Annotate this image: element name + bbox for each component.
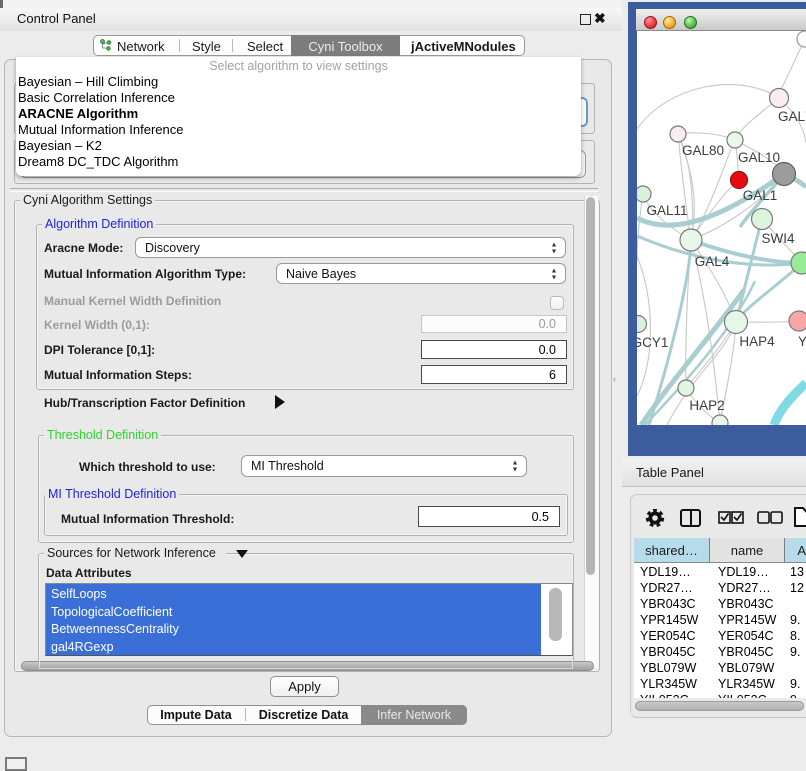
svg-text:GAL1: GAL1 bbox=[743, 188, 778, 203]
svg-text:GCY1: GCY1 bbox=[637, 335, 668, 350]
svg-text:HAP2: HAP2 bbox=[689, 398, 724, 413]
svg-text:GAL4: GAL4 bbox=[695, 254, 730, 269]
svg-text:HAP4: HAP4 bbox=[739, 334, 775, 349]
svg-text:GAL11: GAL11 bbox=[646, 203, 687, 218]
svg-text:SWI4: SWI4 bbox=[761, 231, 794, 246]
svg-text:GAL10: GAL10 bbox=[738, 150, 780, 165]
svg-text:Y: Y bbox=[798, 334, 806, 349]
svg-text:GAL80: GAL80 bbox=[682, 143, 724, 158]
svg-text:GAL7: GAL7 bbox=[778, 109, 806, 124]
